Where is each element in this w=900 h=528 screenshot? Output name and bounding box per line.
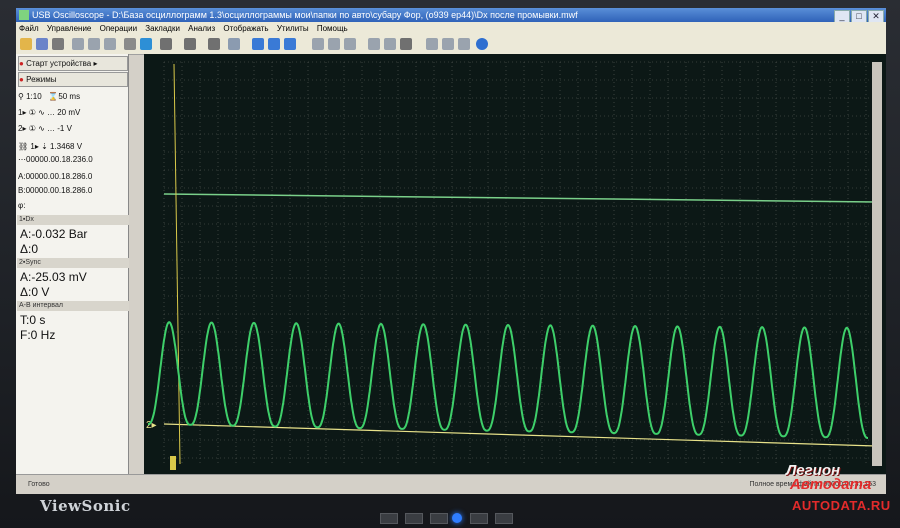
modes-label: Режимы: [26, 75, 57, 84]
marker-a-row[interactable]: A:00000.00.18.286.0: [18, 170, 126, 183]
vertical-scrollbar[interactable]: [872, 62, 882, 466]
time-div-icon: ⌛: [48, 92, 59, 101]
start-device-button[interactable]: ● Старт устройства ▸: [18, 56, 128, 71]
channel1-scale: 20 mV: [57, 108, 81, 117]
control-panel: ● Старт устройства ▸ ● Режимы ⚲ 1:10 ⌛50…: [16, 54, 129, 474]
trigger-level: 1.3468 V: [50, 142, 83, 151]
marker-a-label: A:: [18, 172, 26, 181]
timebase-row[interactable]: ⚲ 1:10 ⌛50 ms: [18, 90, 126, 103]
marker-icon[interactable]: [368, 38, 380, 50]
channel2-label: 2: [18, 124, 23, 133]
sync-delta-value: Δ:0 V: [20, 285, 50, 299]
modes-button[interactable]: ● Режимы: [18, 72, 128, 87]
trigger-row[interactable]: ⛓ 1▸ ⇣ 1.3468 V: [18, 140, 126, 153]
display-mode-icon[interactable]: [400, 38, 412, 50]
menu-operations[interactable]: Операции: [100, 24, 137, 33]
split-icon[interactable]: [442, 38, 454, 50]
zoom-scale-icon: ⚲: [18, 92, 24, 101]
minimize-button[interactable]: _: [834, 10, 850, 22]
menu-control[interactable]: Управление: [47, 24, 91, 33]
tile-icon[interactable]: [458, 38, 470, 50]
watermark-logo: Легион Автодата AUTODATA.RU: [780, 462, 890, 522]
save-icon[interactable]: [36, 38, 48, 50]
channel2-row[interactable]: 2▸ ① ∿ … -1 V: [18, 122, 126, 135]
window-controls: _ □ ✕: [833, 9, 884, 22]
marker-b-value: 00000.00.18.286.0: [25, 186, 93, 195]
paste-icon[interactable]: [88, 38, 100, 50]
menu-bar: Файл Управление Операции Закладки Анализ…: [16, 22, 886, 35]
menu-analysis[interactable]: Анализ: [188, 24, 215, 33]
monitor-button-1[interactable]: [380, 513, 398, 524]
timebase-scale: 1:10: [26, 92, 42, 101]
oscilloscope-display[interactable]: 2▸: [144, 54, 886, 474]
menu-bookmarks[interactable]: Закладки: [145, 24, 180, 33]
window-title: USB Oscilloscope - D:\База осциллограмм …: [32, 10, 578, 20]
marker-b-label: B:: [18, 186, 26, 195]
start-icon: ●: [19, 59, 24, 68]
watermark-line2: Автодата: [790, 476, 872, 493]
section-ab-interval: A-B интервал: [17, 301, 129, 311]
monitor-brand-logo: ViewSonic: [40, 497, 131, 515]
waveform-plot[interactable]: 2▸: [144, 54, 886, 474]
cursor-icon[interactable]: [124, 38, 136, 50]
print-icon[interactable]: [52, 38, 64, 50]
maximize-button[interactable]: □: [851, 10, 867, 22]
check-icon[interactable]: [252, 38, 264, 50]
marker-a-value: 00000.00.18.286.0: [25, 172, 93, 181]
flag-icon[interactable]: [140, 38, 152, 50]
section-dx: 1▪Dx: [17, 215, 129, 225]
status-text: Готово: [28, 481, 50, 488]
window-icon[interactable]: [426, 38, 438, 50]
ab-period-value: T:0 s: [20, 313, 46, 327]
range-select-icon[interactable]: [184, 38, 196, 50]
monitor-button-3[interactable]: [430, 513, 448, 524]
menu-file[interactable]: Файл: [19, 24, 39, 33]
section-sync: 2▪Sync: [17, 258, 129, 268]
copy-icon[interactable]: [72, 38, 84, 50]
modes-icon: ●: [19, 75, 24, 84]
time-per-div: 50 ms: [58, 92, 81, 101]
channel-select-icon[interactable]: [160, 38, 172, 50]
trigger-time: 00000.00.18.236.0: [26, 155, 93, 164]
marker-b-row[interactable]: B:00000.00.18.286.0: [18, 184, 126, 197]
dx-delta-value: Δ:0: [20, 242, 39, 256]
sync-a-value: A:-25.03 mV: [20, 270, 87, 284]
ab-frequency-value: F:0 Hz: [20, 328, 56, 342]
monitor-button-5[interactable]: [495, 513, 513, 524]
measure-icon[interactable]: [344, 38, 356, 50]
status-bar: Готово Полное время файла: 00000:00:31:1…: [16, 474, 886, 494]
grid-icon[interactable]: [328, 38, 340, 50]
open-icon[interactable]: [20, 38, 32, 50]
help-icon[interactable]: [476, 38, 488, 50]
channel1-label: 1: [18, 108, 23, 117]
marker-next-icon[interactable]: [384, 38, 396, 50]
watermark-site: AUTODATA.RU: [792, 498, 891, 513]
close-button[interactable]: ✕: [868, 10, 884, 22]
phi-row[interactable]: φ:: [18, 199, 126, 212]
check-range-icon[interactable]: [284, 38, 296, 50]
toolbar: [16, 35, 886, 55]
menu-view[interactable]: Отображать: [223, 24, 268, 33]
layout-icon[interactable]: [104, 38, 116, 50]
trigger-icon: ⛓: [18, 142, 29, 151]
channel2-scale: -1 V: [57, 124, 72, 133]
start-device-label: Старт устройства: [26, 59, 92, 68]
phi-label: φ:: [18, 201, 26, 210]
check-all-icon[interactable]: [268, 38, 280, 50]
menu-help[interactable]: Помощь: [317, 24, 348, 33]
app-icon: [19, 10, 29, 20]
channel1-row[interactable]: 1▸ ① ∿ … 20 mV: [18, 106, 126, 119]
trigger-time-row: ⋯00000.00.18.236.0: [18, 155, 93, 164]
app-window: USB Oscilloscope - D:\База осциллограмм …: [16, 8, 886, 494]
power-led-icon[interactable]: [452, 513, 462, 523]
zoom-icon[interactable]: [312, 38, 324, 50]
rotate-icon[interactable]: [208, 38, 220, 50]
monitor-button-2[interactable]: [405, 513, 423, 524]
cursor-a-handle[interactable]: [170, 456, 176, 470]
title-bar: USB Oscilloscope - D:\База осциллограмм …: [16, 8, 886, 22]
view-icon[interactable]: [228, 38, 240, 50]
dx-a-value: A:-0.032 Bar: [20, 227, 88, 241]
monitor-button-4[interactable]: [470, 513, 488, 524]
menu-utilities[interactable]: Утилиты: [277, 24, 309, 33]
